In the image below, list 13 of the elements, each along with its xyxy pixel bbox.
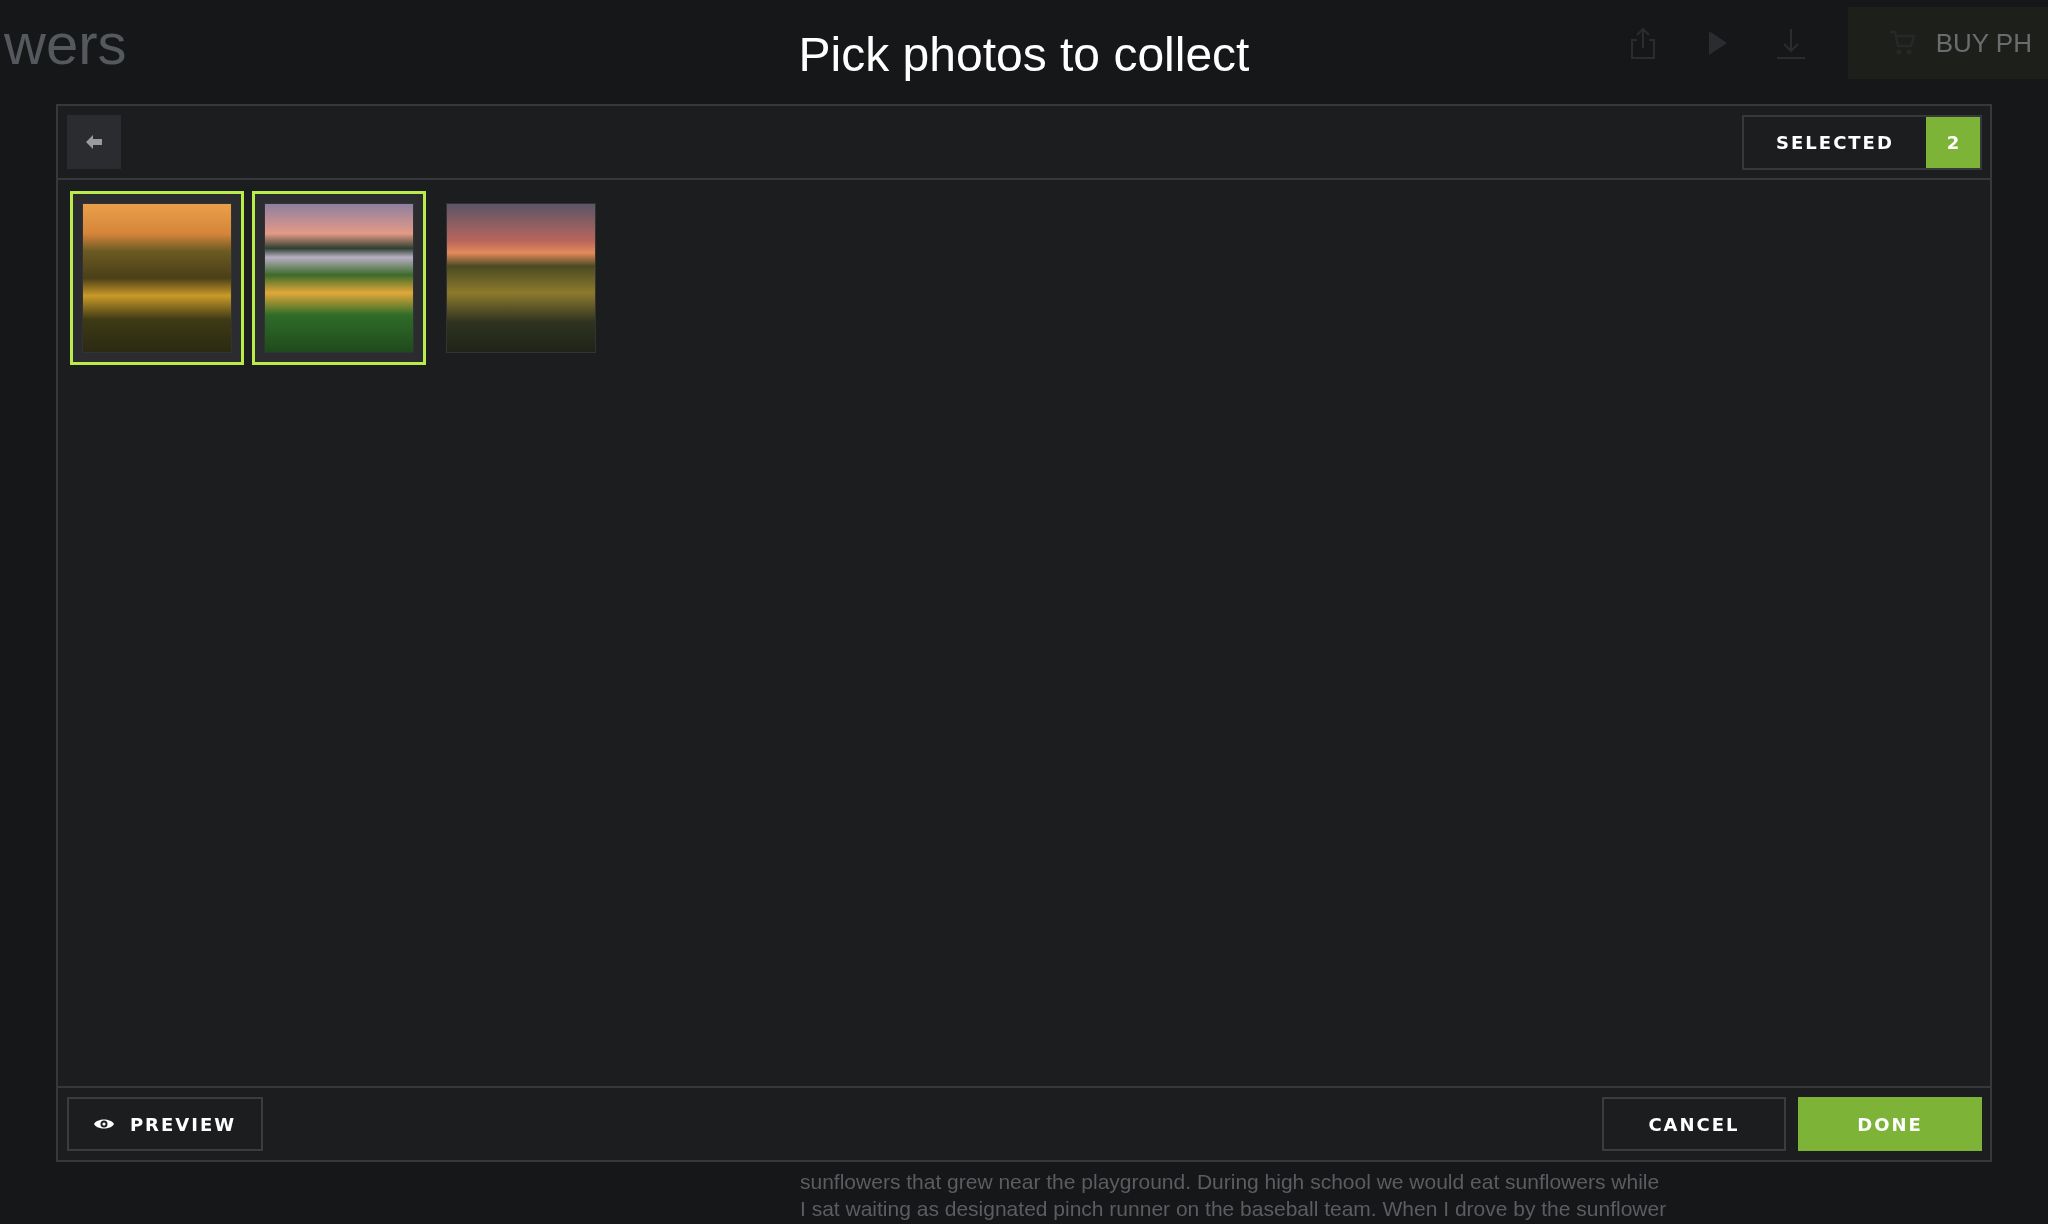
selected-label: SELECTED [1775,130,1895,155]
photo-thumbnail[interactable] [252,191,426,365]
photo-thumbnail[interactable] [70,191,244,365]
preview-button[interactable]: PREVIEW [67,1097,263,1151]
page-heading: wers [4,9,127,77]
eye-icon [93,1117,114,1131]
selected-count: 2 [1926,116,1980,168]
dialog-title: Pick photos to collect [798,26,1250,82]
back-button[interactable] [67,115,121,169]
buy-label: BUY PH [1935,27,2032,59]
description-text: sunflowers that grew near the playground. During high school we would eat sunflowers while I sat waiting as designated pinch runner on the baseball team. When I drove by the sunflower [800,1169,1668,1222]
cancel-button[interactable]: CANCEL [1602,1097,1786,1151]
back-arrow-icon [86,135,102,149]
